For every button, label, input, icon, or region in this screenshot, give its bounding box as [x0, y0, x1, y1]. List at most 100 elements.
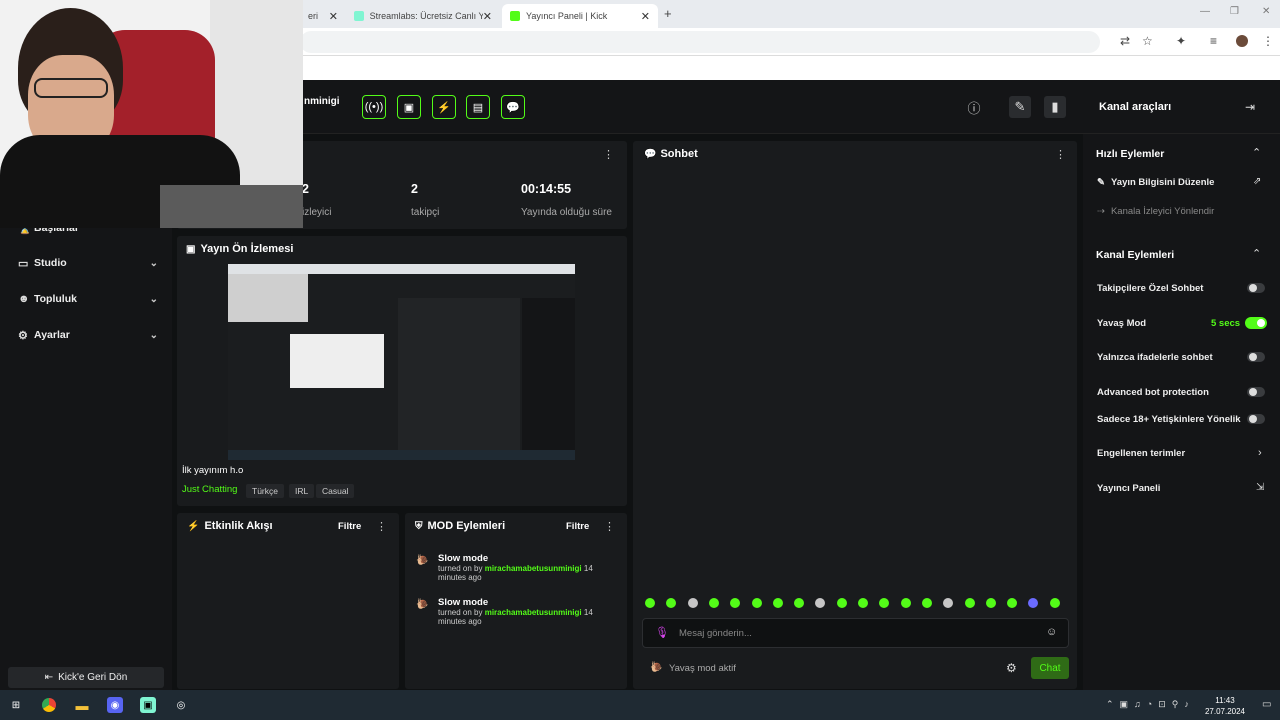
- sidebar-item-ayarlar[interactable]: ⚙ Ayarlar ⌄: [18, 325, 158, 345]
- chrome-icon[interactable]: [41, 697, 57, 713]
- quick-actions-title: Hızlı Eylemler: [1096, 148, 1165, 160]
- close-tab-icon[interactable]: ✕: [641, 10, 650, 23]
- sidebar-item-label: Studio: [34, 257, 67, 269]
- emote-only-chat-toggle[interactable]: [1247, 352, 1265, 362]
- tag-pill[interactable]: Türkçe: [246, 484, 284, 498]
- file-explorer-icon[interactable]: ▬: [74, 697, 90, 713]
- chat-message-input[interactable]: 🎙 Mesaj gönderin... ☺: [642, 618, 1069, 648]
- extensions-icon[interactable]: ✦: [1176, 34, 1186, 48]
- raid-channel-action[interactable]: ⇢ Kanala İzleyici Yönlendir: [1097, 206, 1214, 217]
- emote-icon[interactable]: [751, 598, 762, 608]
- edit-stream-info-action[interactable]: ✎ Yayın Bilgisini Düzenle: [1097, 177, 1214, 188]
- chevron-up-icon[interactable]: ⌃: [1252, 247, 1261, 260]
- followers-only-chat-toggle[interactable]: [1247, 283, 1265, 293]
- emote-icon[interactable]: [645, 598, 655, 608]
- menu-kebab-icon[interactable]: ⋮: [1262, 34, 1274, 48]
- close-window-icon[interactable]: ✕: [1262, 6, 1270, 17]
- address-bar[interactable]: [300, 31, 1100, 53]
- snail-icon: 🐌: [416, 555, 429, 566]
- collapse-panel-icon[interactable]: ⇥: [1245, 100, 1255, 114]
- chat-menu-icon[interactable]: ⋮: [1055, 148, 1066, 161]
- new-tab-button[interactable]: +: [664, 6, 672, 21]
- external-link-icon[interactable]: ⇗: [1253, 176, 1261, 187]
- stream-category-link[interactable]: Just Chatting: [182, 484, 237, 495]
- tab-label: eri: [308, 11, 319, 21]
- mod-actions-title: ⛨ MOD Eylemleri: [415, 520, 505, 532]
- mature-content-toggle[interactable]: [1247, 414, 1265, 424]
- emote-icon[interactable]: [687, 598, 698, 608]
- preview-icon[interactable]: ▣: [397, 95, 421, 119]
- emote-icon[interactable]: [964, 598, 975, 608]
- slow-mode-label: Yavaş Mod: [1097, 318, 1147, 329]
- emoji-icon[interactable]: ☺: [1046, 626, 1057, 638]
- notifications-icon[interactable]: ▭: [1262, 699, 1271, 710]
- microphone-icon[interactable]: 🎙: [655, 626, 669, 639]
- emote-icon[interactable]: [858, 598, 868, 608]
- translate-icon[interactable]: ⇄: [1120, 34, 1130, 48]
- channel-actions-title: Kanal Eylemleri: [1096, 249, 1175, 261]
- mod-entry-user[interactable]: mirachamabetusunminigi: [485, 608, 582, 617]
- activity-filter-button[interactable]: Filtre: [338, 521, 361, 532]
- action-label: Yayın Bilgisini Düzenle: [1110, 177, 1215, 188]
- close-tab-icon[interactable]: ✕: [483, 10, 492, 23]
- send-chat-button[interactable]: Chat: [1031, 657, 1069, 679]
- bot-protection-toggle[interactable]: [1247, 387, 1265, 397]
- emote-icon[interactable]: [921, 598, 932, 608]
- browser-tab-2[interactable]: Streamlabs: Ücretsiz Canlı Yayın ✕: [346, 4, 500, 28]
- tag-pill[interactable]: Casual: [316, 484, 355, 498]
- glasses: [34, 78, 108, 98]
- creator-dashboard-link[interactable]: Yayıncı Paneli: [1097, 483, 1160, 494]
- emote-icon[interactable]: [1049, 598, 1060, 608]
- maximize-icon[interactable]: ❐: [1230, 6, 1239, 17]
- emote-icon[interactable]: [836, 598, 847, 608]
- slow-mode-toggle[interactable]: [1245, 317, 1267, 329]
- close-tab-icon[interactable]: ✕: [329, 10, 338, 23]
- system-tray-icons[interactable]: ⌃▣♫◔⊡⚲♪: [1106, 699, 1195, 710]
- chevron-up-icon[interactable]: ⌃: [1252, 146, 1261, 159]
- broadcast-icon[interactable]: ((•)): [362, 95, 386, 119]
- mod-filter-button[interactable]: Filtre: [566, 521, 589, 532]
- discord-icon[interactable]: ◉: [107, 697, 123, 713]
- mod-entry-title: Slow mode: [438, 597, 489, 608]
- back-to-kick-button[interactable]: ⇤ Kick'e Geri Dön: [8, 667, 164, 688]
- mod-entry-user[interactable]: mirachamabetusunminigi: [485, 564, 582, 573]
- minimize-icon[interactable]: —: [1200, 6, 1210, 17]
- windows-start-icon[interactable]: ⊞: [8, 697, 24, 713]
- emote-icon[interactable]: [708, 598, 719, 608]
- mod-menu-icon[interactable]: ⋮: [604, 520, 615, 533]
- mod-actions-title-text: MOD Eylemleri: [427, 520, 506, 532]
- sidebar-item-studio[interactable]: ▭ Studio ⌄: [18, 253, 158, 273]
- banned-terms-link[interactable]: Engellenen terimler: [1097, 448, 1185, 459]
- bookmark-star-icon[interactable]: ☆: [1142, 34, 1153, 48]
- lightning-icon: ⚡: [187, 520, 200, 532]
- emote-icon[interactable]: [900, 598, 911, 608]
- browser-tab-1[interactable]: eri ✕: [300, 4, 346, 28]
- activity-feed-panel: [177, 513, 399, 689]
- tag-pill[interactable]: IRL: [289, 484, 315, 498]
- profile-avatar[interactable]: [1236, 35, 1248, 47]
- chat-settings-gear-icon[interactable]: ⚙: [1006, 661, 1017, 675]
- media-icon[interactable]: ≡: [1210, 34, 1217, 48]
- taskbar: [0, 690, 1280, 720]
- layout-toggle-icon[interactable]: ▮: [1044, 96, 1066, 118]
- notes-icon[interactable]: ▤: [466, 95, 490, 119]
- chevron-right-icon[interactable]: ›: [1258, 447, 1262, 459]
- activity-menu-icon[interactable]: ⋮: [376, 520, 387, 533]
- stream-preview-video[interactable]: [228, 264, 575, 460]
- clock-time[interactable]: 11:43: [1200, 696, 1250, 705]
- browser-tab-kick[interactable]: Yayıncı Paneli | Kick ✕: [502, 4, 658, 28]
- info-icon[interactable]: ⓘ: [963, 96, 985, 118]
- chat-bubble-icon[interactable]: 💬: [501, 95, 525, 119]
- stats-menu-icon[interactable]: ⋮: [603, 148, 614, 161]
- sidebar-item-topluluk[interactable]: ☻ Topluluk ⌄: [18, 289, 158, 309]
- slow-mode-value: 5 secs: [1211, 318, 1241, 329]
- emote-only-chat-label: Yalnızca ifadelerle sohbet: [1097, 352, 1213, 363]
- streamlabs-icon[interactable]: ▣: [140, 697, 156, 713]
- edit-pencil-icon[interactable]: ✎: [1009, 96, 1031, 118]
- clock-date[interactable]: 27.07.2024: [1200, 707, 1250, 716]
- emote-icon[interactable]: [985, 598, 996, 608]
- lightning-icon[interactable]: ⚡: [432, 95, 456, 119]
- obs-icon[interactable]: ◎: [173, 697, 189, 713]
- chart-icon[interactable]: ⇲: [1256, 482, 1264, 493]
- emote-icon[interactable]: [772, 598, 783, 608]
